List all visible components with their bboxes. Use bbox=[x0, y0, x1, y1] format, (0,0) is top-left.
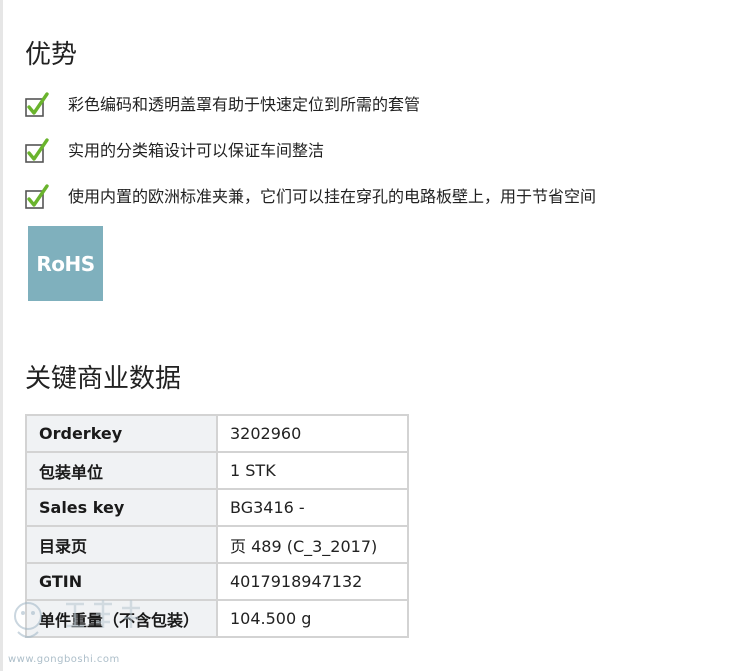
key-data-heading: 关键商业数据 bbox=[25, 364, 182, 394]
benefit-text: 使用内置的欧洲标准夹兼，它们可以挂在穿孔的电路板壁上，用于节省空间 bbox=[68, 187, 597, 206]
row-value: 3202960 bbox=[216, 414, 409, 453]
checkbox-checked-icon bbox=[25, 138, 49, 163]
rohs-badge: RoHS bbox=[28, 226, 103, 301]
benefit-text: 彩色编码和透明盖罩有助于快速定位到所需的套管 bbox=[68, 95, 421, 114]
row-label: 包装单位 bbox=[25, 451, 218, 490]
table-row: Orderkey 3202960 bbox=[25, 414, 409, 453]
row-value: 104.500 g bbox=[216, 599, 409, 638]
row-label: Sales key bbox=[25, 488, 218, 527]
table-row: 目录页 页 489 (C_3_2017) bbox=[25, 525, 409, 564]
left-border-rule bbox=[0, 0, 3, 671]
row-label: 目录页 bbox=[25, 525, 218, 564]
benefit-item: 彩色编码和透明盖罩有助于快速定位到所需的套管 bbox=[25, 90, 596, 120]
advantages-heading: 优势 bbox=[25, 40, 78, 70]
benefit-item: 使用内置的欧洲标准夹兼，它们可以挂在穿孔的电路板壁上，用于节省空间 bbox=[25, 182, 596, 212]
row-value: 4017918947132 bbox=[216, 562, 409, 601]
table-row: Sales key BG3416 - bbox=[25, 488, 409, 527]
checkbox-checked-icon bbox=[25, 184, 49, 209]
row-value: 1 STK bbox=[216, 451, 409, 490]
benefit-text: 实用的分类箱设计可以保证车间整洁 bbox=[68, 141, 325, 160]
row-label: Orderkey bbox=[25, 414, 218, 453]
table-row: 包装单位 1 STK bbox=[25, 451, 409, 490]
checkbox-checked-icon bbox=[25, 92, 49, 117]
row-value: BG3416 - bbox=[216, 488, 409, 527]
watermark-url: www.gongboshi.com bbox=[8, 654, 120, 665]
row-value: 页 489 (C_3_2017) bbox=[216, 525, 409, 564]
benefit-list: 彩色编码和透明盖罩有助于快速定位到所需的套管 实用的分类箱设计可以保证车间整洁 … bbox=[25, 90, 596, 228]
benefit-item: 实用的分类箱设计可以保证车间整洁 bbox=[25, 136, 596, 166]
